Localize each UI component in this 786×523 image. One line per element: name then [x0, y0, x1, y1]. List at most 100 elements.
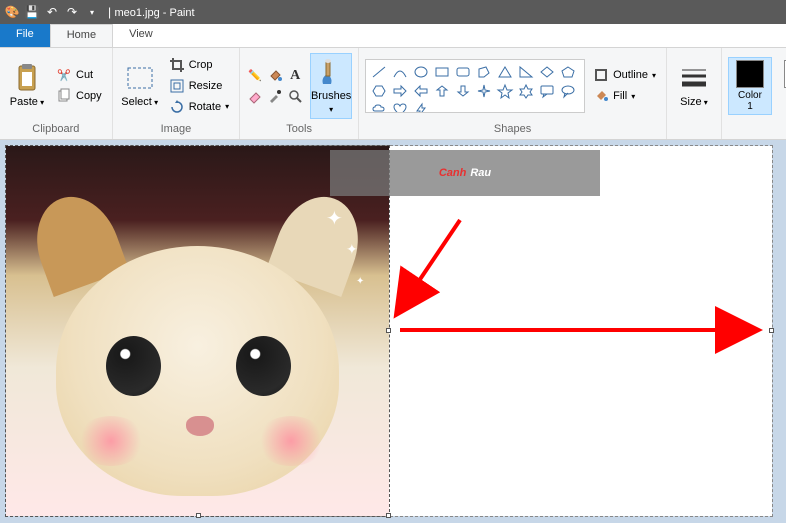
image-selection[interactable]: ✦ ✦ ✦	[6, 146, 389, 516]
group-image-label: Image	[119, 121, 233, 137]
text-icon[interactable]: A	[286, 67, 304, 85]
ribbon: Paste ✂️ Cut Copy Clipboard	[0, 48, 786, 140]
shape-callout-cloud-icon[interactable]	[370, 102, 388, 113]
shape-arrow-right-icon[interactable]	[391, 83, 409, 99]
brushes-button[interactable]: Brushes	[310, 53, 352, 119]
shape-lightning-icon[interactable]	[412, 102, 430, 113]
group-image: Select Crop Resize	[113, 48, 240, 139]
watermark-text-2: Rau	[470, 167, 491, 179]
tab-home[interactable]: Home	[50, 24, 113, 47]
redo-icon[interactable]: ↷	[64, 4, 80, 20]
shape-fill-button[interactable]: Fill ▾	[589, 86, 660, 106]
fill-label: Fill	[613, 90, 627, 102]
size-label: Size	[680, 96, 708, 108]
shape-oval-icon[interactable]	[412, 64, 430, 80]
resize-handle[interactable]	[386, 513, 391, 518]
paste-icon	[11, 62, 43, 94]
resize-button[interactable]: Resize	[165, 76, 233, 96]
resize-icon	[169, 78, 185, 94]
quick-access-toolbar: 🎨 💾 ↶ ↷ ▾	[4, 4, 100, 20]
group-clipboard: Paste ✂️ Cut Copy Clipboard	[0, 48, 113, 139]
crop-button[interactable]: Crop	[165, 55, 233, 75]
shape-roundrect-icon[interactable]	[454, 64, 472, 80]
resize-label: Resize	[189, 80, 223, 92]
group-colors: Color 1 Color 2	[722, 48, 786, 139]
copy-icon	[56, 88, 72, 104]
fill-icon	[593, 88, 609, 104]
tab-view[interactable]: View	[113, 24, 169, 47]
shapes-gallery[interactable]	[365, 59, 585, 113]
save-icon[interactable]: 💾	[24, 4, 40, 20]
group-shapes-label: Shapes	[365, 121, 660, 137]
eraser-icon[interactable]	[246, 87, 264, 105]
title-bar: 🎨 💾 ↶ ↷ ▾ | meo1.jpg - Paint	[0, 0, 786, 24]
paste-button[interactable]: Paste	[6, 53, 48, 119]
brush-icon	[315, 56, 347, 88]
shape-curve-icon[interactable]	[391, 64, 409, 80]
tab-file[interactable]: File	[0, 24, 50, 47]
resize-handle[interactable]	[386, 328, 391, 333]
group-tools-label: Tools	[246, 121, 352, 137]
magnifier-icon[interactable]	[286, 87, 304, 105]
canvas-resize-handle[interactable]	[769, 328, 774, 333]
color1-button[interactable]: Color 1	[728, 57, 772, 115]
canvas-workspace: ✦ ✦ ✦ Canh Rau	[0, 140, 786, 523]
rotate-button[interactable]: Rotate ▾	[165, 97, 233, 117]
select-label: Select	[121, 96, 158, 108]
shape-arrow-left-icon[interactable]	[412, 83, 430, 99]
shape-diamond-icon[interactable]	[538, 64, 556, 80]
group-size: Size	[667, 48, 722, 139]
canvas[interactable]: ✦ ✦ ✦	[6, 146, 772, 516]
cut-label: Cut	[76, 69, 93, 81]
copy-button[interactable]: Copy	[52, 86, 106, 106]
shape-rect-icon[interactable]	[433, 64, 451, 80]
size-button[interactable]: Size	[673, 53, 715, 119]
watermark-text-1: Canh	[439, 167, 467, 179]
outline-label: Outline	[613, 69, 648, 81]
undo-icon[interactable]: ↶	[44, 4, 60, 20]
shape-triangle-icon[interactable]	[496, 64, 514, 80]
resize-handle[interactable]	[196, 513, 201, 518]
shape-hexagon-icon[interactable]	[370, 83, 388, 99]
shape-polygon-icon[interactable]	[475, 64, 493, 80]
color2-button[interactable]: Color 2	[776, 57, 786, 115]
cat-image: ✦ ✦ ✦	[6, 146, 389, 516]
watermark-overlay: Canh Rau	[330, 150, 600, 196]
crop-label: Crop	[189, 59, 213, 71]
shape-pentagon-icon[interactable]	[559, 64, 577, 80]
shape-rtriangle-icon[interactable]	[517, 64, 535, 80]
tools-grid: ✏️ A	[246, 67, 306, 105]
outline-icon	[593, 67, 609, 83]
shape-line-icon[interactable]	[370, 64, 388, 80]
shape-callout-rect-icon[interactable]	[538, 83, 556, 99]
color1-swatch	[736, 60, 764, 88]
cut-button[interactable]: ✂️ Cut	[52, 65, 106, 85]
bucket-icon[interactable]	[266, 67, 284, 85]
group-tools: ✏️ A Brushes	[240, 48, 359, 139]
brushes-label: Brushes	[311, 90, 351, 114]
shape-star5-icon[interactable]	[496, 83, 514, 99]
size-icon	[678, 62, 710, 94]
qat-dropdown-icon[interactable]: ▾	[84, 4, 100, 20]
copy-label: Copy	[76, 90, 102, 102]
group-colors-label	[728, 121, 786, 137]
ribbon-tabs: File Home View	[0, 24, 786, 48]
picker-icon[interactable]	[266, 87, 284, 105]
group-size-label	[673, 121, 715, 137]
app-icon: 🎨	[4, 4, 20, 20]
cut-icon: ✂️	[56, 67, 72, 83]
pencil-icon[interactable]: ✏️	[246, 67, 264, 85]
rotate-label: Rotate	[189, 101, 221, 113]
shape-arrow-up-icon[interactable]	[433, 83, 451, 99]
shape-callout-oval-icon[interactable]	[559, 83, 577, 99]
rotate-icon	[169, 99, 185, 115]
shape-arrow-down-icon[interactable]	[454, 83, 472, 99]
select-button[interactable]: Select	[119, 53, 161, 119]
crop-icon	[169, 57, 185, 73]
window-title: | meo1.jpg - Paint	[108, 5, 195, 19]
group-shapes: Outline ▾ Fill ▾ Shapes	[359, 48, 667, 139]
shape-star6-icon[interactable]	[517, 83, 535, 99]
shape-outline-button[interactable]: Outline ▾	[589, 65, 660, 85]
shape-star4-icon[interactable]	[475, 83, 493, 99]
shape-heart-icon[interactable]	[391, 102, 409, 113]
